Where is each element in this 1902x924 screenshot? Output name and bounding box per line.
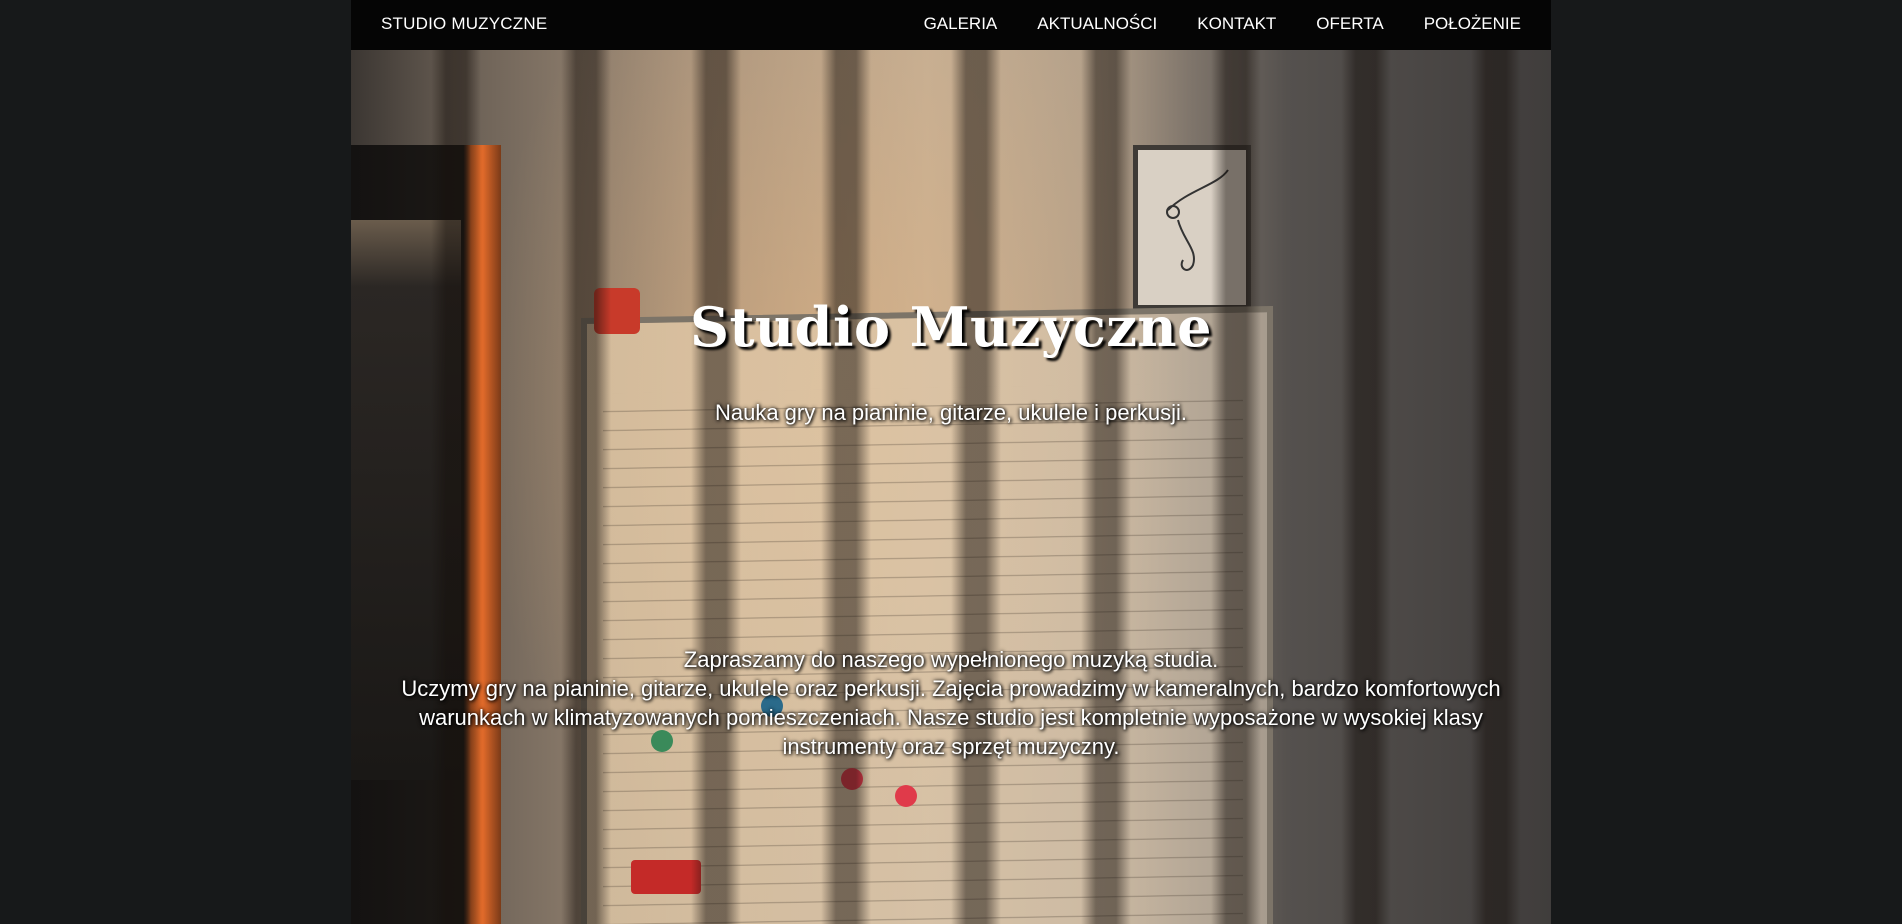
nav-link-oferta[interactable]: OFERTA bbox=[1316, 0, 1383, 48]
hero-subtitle: Nauka gry na pianinie, gitarze, ukulele … bbox=[714, 400, 1188, 425]
nav-link-galeria[interactable]: GALERIA bbox=[924, 0, 998, 48]
hero-section bbox=[351, 50, 1551, 924]
hero-description-rest: Uczymy gry na pianinie, gitarze, ukulele… bbox=[401, 676, 1501, 759]
nav-links: GALERIA AKTUALNOŚCI KONTAKT OFERTA POŁOŻ… bbox=[924, 0, 1521, 48]
nav-link-polozenie[interactable]: POŁOŻENIE bbox=[1424, 0, 1521, 48]
nav-link-aktualnosci[interactable]: AKTUALNOŚCI bbox=[1037, 0, 1157, 48]
page-container: STUDIO MUZYCZNE GALERIA AKTUALNOŚCI KONT… bbox=[351, 0, 1551, 924]
nav-link-kontakt[interactable]: KONTAKT bbox=[1197, 0, 1276, 48]
top-navbar: STUDIO MUZYCZNE GALERIA AKTUALNOŚCI KONT… bbox=[351, 0, 1551, 50]
hero-description-line1: Zapraszamy do naszego wypełnionego muzyk… bbox=[683, 647, 1219, 672]
hero-title: Studio Muzyczne bbox=[689, 295, 1213, 359]
hero-background-shadows bbox=[351, 50, 1551, 924]
brand-link[interactable]: STUDIO MUZYCZNE bbox=[381, 0, 547, 48]
hero-description: Zapraszamy do naszego wypełnionego muzyk… bbox=[391, 645, 1511, 761]
